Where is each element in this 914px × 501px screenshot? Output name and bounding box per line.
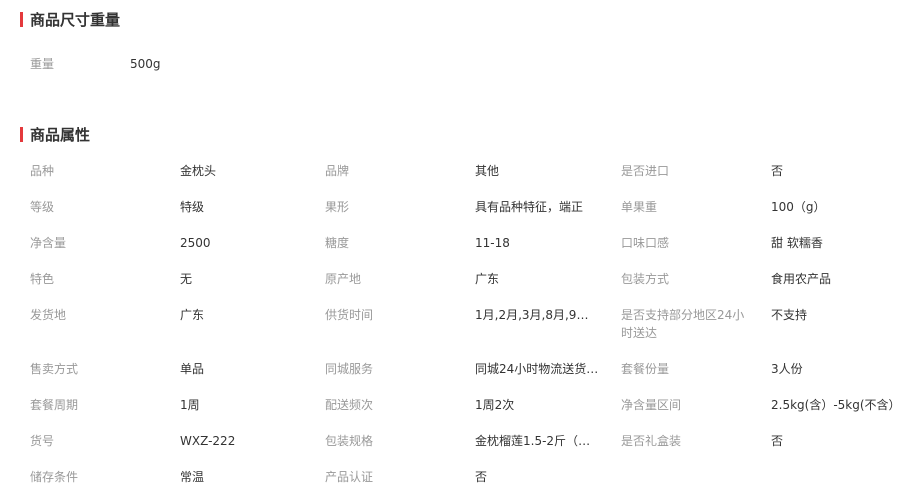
attribute-label: 等级 <box>30 200 55 214</box>
attribute-label: 套餐周期 <box>30 398 79 412</box>
attribute-value: 否 <box>475 470 488 484</box>
attribute-value: WXZ-222 <box>180 434 236 448</box>
attribute-label: 特色 <box>30 272 55 286</box>
weight-value: 500g <box>130 57 161 71</box>
attribute-value: 11-18 <box>475 236 510 250</box>
attribute-value: 不支持 <box>771 308 808 322</box>
attribute-label: 果形 <box>325 200 350 214</box>
attribute-value: 单品 <box>180 362 205 376</box>
attribute-value: 金枕榴莲1.5-2斤（单… <box>475 434 600 448</box>
attribute-value: 否 <box>771 434 784 448</box>
attribute-value: 1周 <box>180 398 200 412</box>
attribute-value: 广东 <box>180 308 205 322</box>
attribute-value: 1月,2月,3月,8月,9月,… <box>475 308 600 322</box>
size-weight-section-title: 商品尺寸重量 <box>20 11 120 29</box>
attribute-value: 否 <box>771 164 784 178</box>
attribute-label: 糖度 <box>325 236 350 250</box>
attribute-label: 储存条件 <box>30 470 79 484</box>
attribute-value: 特级 <box>180 200 205 214</box>
attribute-label: 是否进口 <box>621 164 670 178</box>
attribute-value: 3人份 <box>771 362 803 376</box>
attribute-label: 产品认证 <box>325 470 374 484</box>
attribute-value: 甜 软糯香 <box>771 236 823 250</box>
attribute-label: 包装规格 <box>325 434 374 448</box>
attribute-label: 售卖方式 <box>30 362 79 376</box>
attribute-label: 配送频次 <box>325 398 374 412</box>
attribute-value: 广东 <box>475 272 500 286</box>
attribute-label: 供货时间 <box>325 308 374 322</box>
attribute-value: 2.5kg(含）-5kg(不含） <box>771 398 901 412</box>
attribute-label: 品种 <box>30 164 55 178</box>
attribute-label: 净含量 <box>30 236 67 250</box>
attribute-value: 100（g） <box>771 200 826 214</box>
attribute-label: 套餐份量 <box>621 362 670 376</box>
attribute-label: 货号 <box>30 434 55 448</box>
attribute-label: 口味口感 <box>621 236 670 250</box>
attribute-label: 单果重 <box>621 200 658 214</box>
attribute-label: 品牌 <box>325 164 350 178</box>
attributes-section-title: 商品属性 <box>20 126 90 144</box>
attribute-label: 发货地 <box>30 308 67 322</box>
attribute-value: 同城24小时物流送货… <box>475 362 599 376</box>
attribute-label: 是否支持部分地区24小时送达 <box>621 308 745 340</box>
attribute-label: 是否礼盒装 <box>621 434 682 448</box>
attribute-label: 包装方式 <box>621 272 670 286</box>
attribute-value: 具有品种特征，端正 <box>475 200 584 214</box>
attribute-label: 原产地 <box>325 272 362 286</box>
attribute-value: 其他 <box>475 164 500 178</box>
weight-label: 重量 <box>30 57 55 71</box>
attribute-label: 同城服务 <box>325 362 374 376</box>
attribute-value: 食用农产品 <box>771 272 832 286</box>
attribute-label: 净含量区间 <box>621 398 682 412</box>
attribute-value: 金枕头 <box>180 164 217 178</box>
attribute-value: 无 <box>180 272 193 286</box>
attribute-value: 2500 <box>180 236 211 250</box>
attribute-value: 常温 <box>180 470 205 484</box>
attribute-value: 1周2次 <box>475 398 515 412</box>
